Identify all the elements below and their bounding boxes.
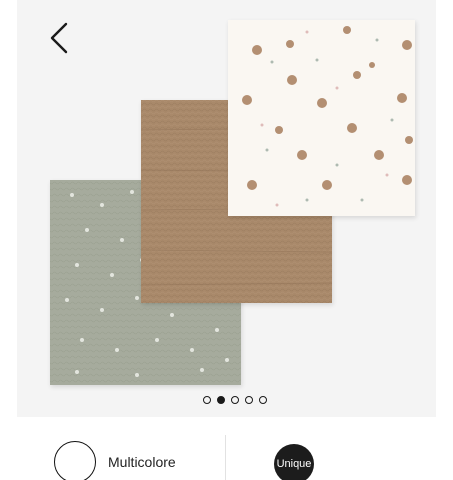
product-options: Multicolore Unique: [0, 417, 453, 480]
pagination-dot-active[interactable]: [216, 396, 225, 404]
pagination-dot[interactable]: [244, 396, 253, 404]
product-screen: Multicolore Unique: [0, 0, 453, 480]
pagination-dot[interactable]: [258, 396, 267, 404]
color-label: Multicolore: [108, 454, 176, 470]
gallery-pagination: [17, 393, 436, 407]
color-option[interactable]: Multicolore: [54, 441, 176, 480]
size-option-button[interactable]: Unique: [274, 444, 314, 480]
chevron-left-icon: [50, 22, 68, 54]
options-divider: [225, 435, 226, 480]
pagination-dot[interactable]: [230, 396, 239, 404]
product-image-gallery[interactable]: [17, 0, 436, 417]
pagination-dot[interactable]: [202, 396, 211, 404]
white-blanket: [228, 20, 415, 216]
product-image[interactable]: [17, 0, 436, 417]
back-button[interactable]: [44, 20, 74, 56]
color-swatch[interactable]: [54, 441, 96, 480]
